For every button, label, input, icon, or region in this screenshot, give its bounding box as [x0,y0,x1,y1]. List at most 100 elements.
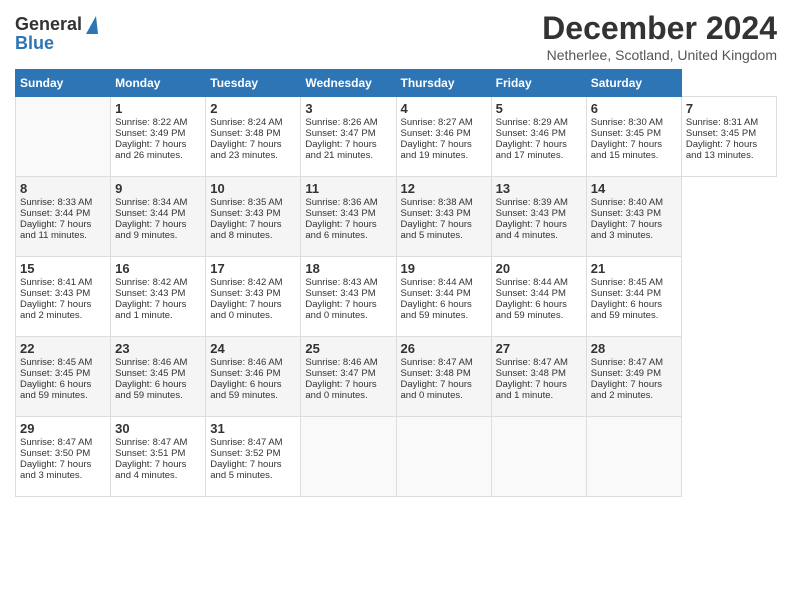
calendar-cell: 18Sunrise: 8:43 AMSunset: 3:43 PMDayligh… [301,257,396,337]
calendar-week-1: 1Sunrise: 8:22 AMSunset: 3:49 PMDaylight… [16,97,777,177]
calendar-cell [491,417,586,497]
sunrise-text: Sunrise: 8:42 AM [115,277,187,288]
page-header: General Blue December 2024 Netherlee, Sc… [15,10,777,63]
day-number: 28 [591,341,677,356]
sunset-text: Sunset: 3:44 PM [496,288,566,299]
day-number: 27 [496,341,582,356]
daylight-text: Daylight: 7 hours and 0 minutes. [305,299,376,321]
daylight-text: Daylight: 7 hours and 9 minutes. [115,219,186,241]
sunrise-text: Sunrise: 8:43 AM [305,277,377,288]
calendar-cell: 27Sunrise: 8:47 AMSunset: 3:48 PMDayligh… [491,337,586,417]
sunrise-text: Sunrise: 8:29 AM [496,117,568,128]
day-number: 1 [115,101,201,116]
daylight-text: Daylight: 7 hours and 23 minutes. [210,139,281,161]
daylight-text: Daylight: 6 hours and 59 minutes. [401,299,472,321]
sunrise-text: Sunrise: 8:38 AM [401,197,473,208]
daylight-text: Daylight: 7 hours and 2 minutes. [20,299,91,321]
calendar-cell: 15Sunrise: 8:41 AMSunset: 3:43 PMDayligh… [16,257,111,337]
sunset-text: Sunset: 3:43 PM [20,288,90,299]
calendar-cell: 24Sunrise: 8:46 AMSunset: 3:46 PMDayligh… [206,337,301,417]
sunset-text: Sunset: 3:43 PM [210,208,280,219]
calendar-cell: 11Sunrise: 8:36 AMSunset: 3:43 PMDayligh… [301,177,396,257]
sunset-text: Sunset: 3:45 PM [115,368,185,379]
header-monday: Monday [111,70,206,97]
day-number: 17 [210,261,296,276]
sunrise-text: Sunrise: 8:39 AM [496,197,568,208]
sunrise-text: Sunrise: 8:33 AM [20,197,92,208]
header-sunday: Sunday [16,70,111,97]
sunrise-text: Sunrise: 8:47 AM [210,437,282,448]
calendar-cell: 25Sunrise: 8:46 AMSunset: 3:47 PMDayligh… [301,337,396,417]
sunset-text: Sunset: 3:43 PM [305,208,375,219]
day-number: 15 [20,261,106,276]
sunset-text: Sunset: 3:43 PM [401,208,471,219]
calendar-cell: 14Sunrise: 8:40 AMSunset: 3:43 PMDayligh… [586,177,681,257]
calendar-subtitle: Netherlee, Scotland, United Kingdom [542,47,777,63]
sunset-text: Sunset: 3:45 PM [686,128,756,139]
calendar-week-3: 15Sunrise: 8:41 AMSunset: 3:43 PMDayligh… [16,257,777,337]
sunset-text: Sunset: 3:43 PM [305,288,375,299]
sunrise-text: Sunrise: 8:34 AM [115,197,187,208]
day-number: 24 [210,341,296,356]
calendar-cell [301,417,396,497]
day-number: 30 [115,421,201,436]
calendar-cell: 30Sunrise: 8:47 AMSunset: 3:51 PMDayligh… [111,417,206,497]
calendar-cell: 21Sunrise: 8:45 AMSunset: 3:44 PMDayligh… [586,257,681,337]
calendar-cell: 8Sunrise: 8:33 AMSunset: 3:44 PMDaylight… [16,177,111,257]
day-number: 13 [496,181,582,196]
sunset-text: Sunset: 3:44 PM [591,288,661,299]
sunset-text: Sunset: 3:49 PM [115,128,185,139]
sunrise-text: Sunrise: 8:27 AM [401,117,473,128]
calendar-cell: 3Sunrise: 8:26 AMSunset: 3:47 PMDaylight… [301,97,396,177]
daylight-text: Daylight: 7 hours and 3 minutes. [20,459,91,481]
sunrise-text: Sunrise: 8:45 AM [591,277,663,288]
calendar-cell: 19Sunrise: 8:44 AMSunset: 3:44 PMDayligh… [396,257,491,337]
sunset-text: Sunset: 3:46 PM [210,368,280,379]
daylight-text: Daylight: 7 hours and 1 minute. [496,379,567,401]
day-number: 6 [591,101,677,116]
sunset-text: Sunset: 3:44 PM [20,208,90,219]
day-number: 26 [401,341,487,356]
day-number: 19 [401,261,487,276]
daylight-text: Daylight: 7 hours and 5 minutes. [210,459,281,481]
calendar-cell: 26Sunrise: 8:47 AMSunset: 3:48 PMDayligh… [396,337,491,417]
sunrise-text: Sunrise: 8:47 AM [591,357,663,368]
sunset-text: Sunset: 3:51 PM [115,448,185,459]
sunset-text: Sunset: 3:52 PM [210,448,280,459]
day-number: 23 [115,341,201,356]
calendar-cell: 10Sunrise: 8:35 AMSunset: 3:43 PMDayligh… [206,177,301,257]
calendar-cell: 22Sunrise: 8:45 AMSunset: 3:45 PMDayligh… [16,337,111,417]
calendar-header-row: SundayMondayTuesdayWednesdayThursdayFrid… [16,70,777,97]
calendar-cell: 12Sunrise: 8:38 AMSunset: 3:43 PMDayligh… [396,177,491,257]
calendar-cell: 9Sunrise: 8:34 AMSunset: 3:44 PMDaylight… [111,177,206,257]
daylight-text: Daylight: 7 hours and 26 minutes. [115,139,186,161]
daylight-text: Daylight: 7 hours and 13 minutes. [686,139,757,161]
calendar-week-2: 8Sunrise: 8:33 AMSunset: 3:44 PMDaylight… [16,177,777,257]
sunset-text: Sunset: 3:46 PM [496,128,566,139]
daylight-text: Daylight: 7 hours and 21 minutes. [305,139,376,161]
sunset-text: Sunset: 3:44 PM [115,208,185,219]
sunrise-text: Sunrise: 8:47 AM [115,437,187,448]
daylight-text: Daylight: 7 hours and 5 minutes. [401,219,472,241]
sunrise-text: Sunrise: 8:46 AM [305,357,377,368]
logo-general-text: General [15,14,82,35]
daylight-text: Daylight: 6 hours and 59 minutes. [591,299,662,321]
calendar-cell: 5Sunrise: 8:29 AMSunset: 3:46 PMDaylight… [491,97,586,177]
sunrise-text: Sunrise: 8:47 AM [20,437,92,448]
sunset-text: Sunset: 3:45 PM [591,128,661,139]
calendar-cell: 29Sunrise: 8:47 AMSunset: 3:50 PMDayligh… [16,417,111,497]
logo-triangle-icon [86,16,98,34]
daylight-text: Daylight: 7 hours and 4 minutes. [115,459,186,481]
calendar-week-5: 29Sunrise: 8:47 AMSunset: 3:50 PMDayligh… [16,417,777,497]
day-number: 3 [305,101,391,116]
calendar-cell: 17Sunrise: 8:42 AMSunset: 3:43 PMDayligh… [206,257,301,337]
sunset-text: Sunset: 3:47 PM [305,368,375,379]
daylight-text: Daylight: 7 hours and 0 minutes. [305,379,376,401]
daylight-text: Daylight: 7 hours and 6 minutes. [305,219,376,241]
daylight-text: Daylight: 7 hours and 17 minutes. [496,139,567,161]
day-number: 21 [591,261,677,276]
sunset-text: Sunset: 3:46 PM [401,128,471,139]
sunrise-text: Sunrise: 8:44 AM [496,277,568,288]
day-number: 10 [210,181,296,196]
header-thursday: Thursday [396,70,491,97]
